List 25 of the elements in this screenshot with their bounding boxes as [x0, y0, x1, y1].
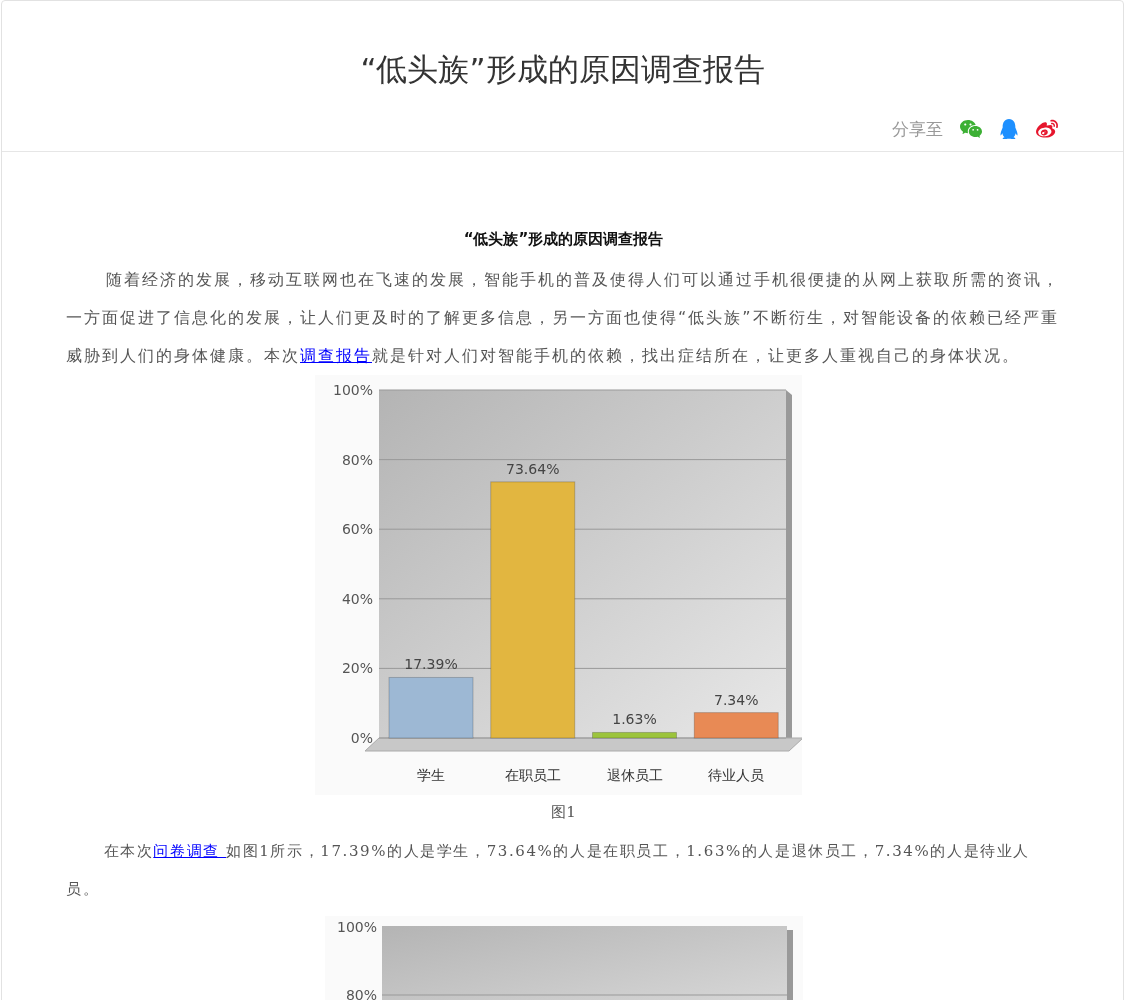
axis-tick-label: 80% — [341, 451, 373, 468]
category-label: 待业人员 — [708, 767, 765, 783]
axis-tick-label: 100% — [332, 382, 373, 398]
article-heading: “低头族”形成的原因调查报告 — [462, 230, 665, 249]
value-label: 7.34% — [714, 691, 759, 708]
axis-tick-label: 60% — [341, 521, 373, 538]
value-label: 73.64% — [506, 460, 560, 477]
value-label: 1.63% — [612, 711, 657, 728]
axis-tick-label: 0% — [350, 730, 373, 746]
link[interactable]: 问卷调查 — [153, 842, 227, 860]
axis-tick-label: 20% — [341, 660, 373, 677]
link[interactable]: 调查报告 — [300, 346, 372, 365]
page-title: “低头族”形成的原因调查报告 — [359, 50, 766, 89]
value-label: 17.39% — [404, 656, 458, 673]
category-label: 学生 — [417, 767, 445, 783]
chat-bubbles-icon[interactable] — [959, 117, 983, 141]
paragraph: 随着经济的发展，移动互联网也在飞速的发展，智能手机的普及使得人们可以通过手机很便捷的从网上获取所需的资讯，一方面促进了信息化的发展，让人们更及时的了解更多信息，另一方面也使得“低头族”不断衍生，对智能设备的依赖已经严重威胁到人们的身体健康。本次调查报告就是针对人们对智能手机的依赖，找出症结所在，让更多人重视自己的身体状况。 — [66, 269, 1061, 367]
axis-tick-label: 40% — [341, 590, 373, 607]
chart-drawing: 100% 80% — [324, 916, 803, 1000]
figure-caption: 图1 — [551, 803, 576, 822]
paragraph: 在本次问卷调查 如图1所示，17.39%的人是学生，73.64%的人是在职员工，1.63%的人是退休员工，7.34%的人是待业人员。 — [66, 841, 1031, 900]
eye-icon[interactable] — [1035, 117, 1059, 141]
category-label: 退休员工 — [606, 767, 663, 783]
share-label: 分享至 — [892, 117, 943, 141]
category-label: 在职员工 — [504, 767, 561, 783]
